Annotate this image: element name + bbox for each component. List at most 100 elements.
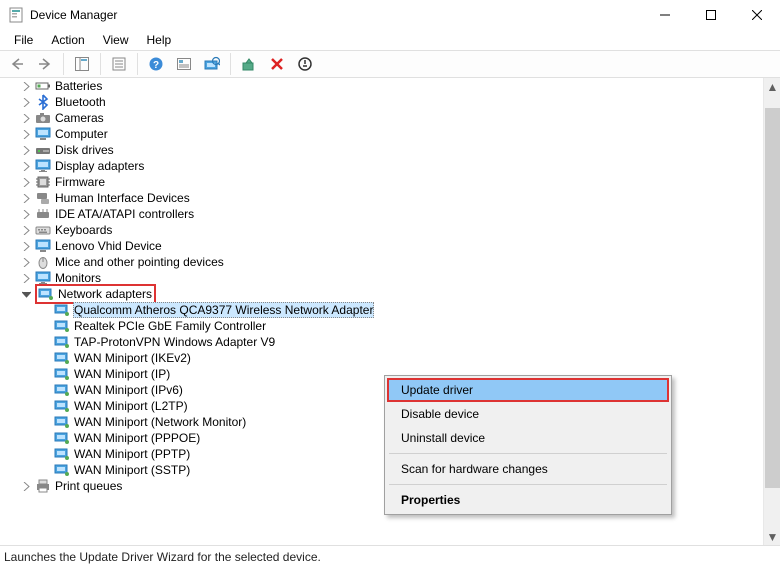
- statusbar: Launches the Update Driver Wizard for th…: [0, 546, 780, 568]
- vertical-scrollbar[interactable]: ▲ ▼: [763, 78, 780, 545]
- computer-icon: [35, 126, 51, 142]
- expand-icon[interactable]: [20, 128, 32, 140]
- category-label: Monitors: [54, 271, 102, 285]
- menubar: File Action View Help: [0, 30, 780, 50]
- expand-icon[interactable]: [20, 224, 32, 236]
- toolbar: ?: [0, 50, 780, 78]
- svg-text:?: ?: [153, 60, 159, 71]
- menu-separator: [389, 453, 667, 454]
- properties-button[interactable]: [106, 52, 132, 76]
- back-button[interactable]: [4, 52, 30, 76]
- highlight-box: Network adapters: [35, 284, 156, 304]
- category-label: Human Interface Devices: [54, 191, 191, 205]
- help-button[interactable]: ?: [143, 52, 169, 76]
- category-keyboards[interactable]: Keyboards: [0, 222, 762, 238]
- device-realtek-gbe[interactable]: Realtek PCIe GbE Family Controller: [0, 318, 762, 334]
- network-icon: [54, 302, 70, 318]
- category-lenovo-vhid[interactable]: Lenovo Vhid Device: [0, 238, 762, 254]
- network-icon: [54, 430, 70, 446]
- device-label: Qualcomm Atheros QCA9377 Wireless Networ…: [73, 302, 374, 318]
- category-firmware[interactable]: Firmware: [0, 174, 762, 190]
- menu-properties[interactable]: Properties: [387, 488, 669, 512]
- firmware-icon: [35, 174, 51, 190]
- app-icon: [8, 7, 24, 23]
- network-icon: [54, 462, 70, 478]
- disable-button[interactable]: [292, 52, 318, 76]
- category-disk-drives[interactable]: Disk drives: [0, 142, 762, 158]
- category-cameras[interactable]: Cameras: [0, 110, 762, 126]
- show-hidden-button[interactable]: [171, 52, 197, 76]
- category-label: IDE ATA/ATAPI controllers: [54, 207, 195, 221]
- device-wan-ikev2[interactable]: WAN Miniport (IKEv2): [0, 350, 762, 366]
- expand-icon[interactable]: [20, 176, 32, 188]
- device-tree-pane: Batteries Bluetooth Cameras Computer Dis…: [0, 78, 780, 546]
- menu-scan-hardware[interactable]: Scan for hardware changes: [387, 457, 669, 481]
- display-icon: [35, 158, 51, 174]
- disk-icon: [35, 142, 51, 158]
- category-computer[interactable]: Computer: [0, 126, 762, 142]
- device-label: WAN Miniport (PPTP): [73, 447, 191, 461]
- menu-action[interactable]: Action: [43, 31, 92, 49]
- network-icon: [54, 318, 70, 334]
- menu-help[interactable]: Help: [139, 31, 180, 49]
- menu-disable-device[interactable]: Disable device: [387, 402, 669, 426]
- expand-icon[interactable]: [20, 208, 32, 220]
- battery-icon: [35, 78, 51, 94]
- expand-icon[interactable]: [20, 240, 32, 252]
- device-tap-proton[interactable]: TAP-ProtonVPN Windows Adapter V9: [0, 334, 762, 350]
- network-icon: [54, 366, 70, 382]
- device-label: WAN Miniport (PPPOE): [73, 431, 201, 445]
- hid-icon: [35, 190, 51, 206]
- camera-icon: [35, 110, 51, 126]
- menu-uninstall-device[interactable]: Uninstall device: [387, 426, 669, 450]
- expand-icon[interactable]: [20, 160, 32, 172]
- device-label: WAN Miniport (Network Monitor): [73, 415, 247, 429]
- mouse-icon: [35, 254, 51, 270]
- device-label: TAP-ProtonVPN Windows Adapter V9: [73, 335, 276, 349]
- category-label: Network adapters: [57, 287, 153, 301]
- expand-icon[interactable]: [20, 256, 32, 268]
- network-icon: [54, 350, 70, 366]
- network-icon: [54, 446, 70, 462]
- collapse-icon[interactable]: [20, 288, 32, 300]
- scroll-thumb[interactable]: [765, 108, 780, 488]
- device-label: WAN Miniport (IKEv2): [73, 351, 192, 365]
- category-label: Computer: [54, 127, 109, 141]
- network-icon: [38, 286, 54, 302]
- expand-icon[interactable]: [20, 80, 32, 92]
- scroll-down-icon[interactable]: ▼: [764, 528, 780, 545]
- device-label: WAN Miniport (IP): [73, 367, 171, 381]
- maximize-button[interactable]: [688, 0, 734, 30]
- forward-button[interactable]: [32, 52, 58, 76]
- category-mice[interactable]: Mice and other pointing devices: [0, 254, 762, 270]
- scan-hardware-button[interactable]: [199, 52, 225, 76]
- menu-update-driver[interactable]: Update driver: [387, 378, 669, 402]
- keyboard-icon: [35, 222, 51, 238]
- expand-icon[interactable]: [20, 144, 32, 156]
- expand-icon[interactable]: [20, 192, 32, 204]
- category-label: Disk drives: [54, 143, 115, 157]
- status-text: Launches the Update Driver Wizard for th…: [4, 550, 321, 564]
- close-button[interactable]: [734, 0, 780, 30]
- category-label: Lenovo Vhid Device: [54, 239, 163, 253]
- minimize-button[interactable]: [642, 0, 688, 30]
- expand-icon[interactable]: [20, 96, 32, 108]
- menu-file[interactable]: File: [6, 31, 41, 49]
- titlebar: Device Manager: [0, 0, 780, 30]
- category-batteries[interactable]: Batteries: [0, 78, 762, 94]
- category-label: Display adapters: [54, 159, 145, 173]
- category-network-adapters[interactable]: Network adapters: [0, 286, 762, 302]
- expand-icon[interactable]: [20, 112, 32, 124]
- category-hid[interactable]: Human Interface Devices: [0, 190, 762, 206]
- update-driver-button[interactable]: [236, 52, 262, 76]
- category-display-adapters[interactable]: Display adapters: [0, 158, 762, 174]
- expand-icon[interactable]: [20, 480, 32, 492]
- category-bluetooth[interactable]: Bluetooth: [0, 94, 762, 110]
- show-hide-console-tree-button[interactable]: [69, 52, 95, 76]
- menu-view[interactable]: View: [95, 31, 137, 49]
- uninstall-button[interactable]: [264, 52, 290, 76]
- category-ide[interactable]: IDE ATA/ATAPI controllers: [0, 206, 762, 222]
- scroll-up-icon[interactable]: ▲: [764, 78, 780, 95]
- device-qualcomm-atheros[interactable]: Qualcomm Atheros QCA9377 Wireless Networ…: [0, 302, 762, 318]
- expand-icon[interactable]: [20, 272, 32, 284]
